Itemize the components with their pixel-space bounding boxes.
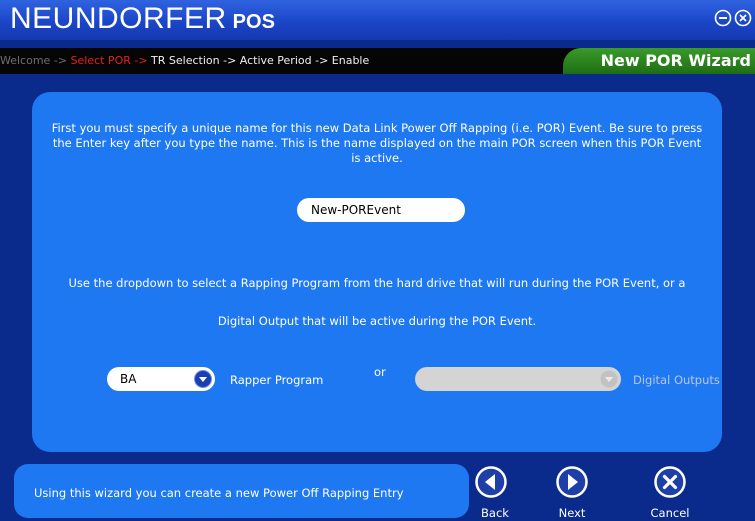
cancel-label: Cancel [650,506,690,520]
next-button[interactable]: Next [542,466,602,520]
minimize-icon[interactable] [714,9,732,27]
dropdown-instructions-line1: Use the dropdown to select a Rapping Pro… [68,276,686,290]
dropdown-instructions-line2: Digital Output that will be active durin… [217,314,537,328]
breadcrumb: Welcome -> Select POR -> TR Selection ->… [0,54,369,67]
wizard-title: New POR Wizard [600,51,751,70]
main-panel: First you must specify a unique name for… [32,92,722,452]
app-title: NEUNDORFER [10,2,227,35]
info-text: Using this wizard you can create a new P… [34,486,404,500]
back-label: Back [481,506,509,520]
rapper-program-label: Rapper Program [230,373,324,387]
step-current: Select POR -> [70,54,152,67]
info-box: Using this wizard you can create a new P… [14,464,469,518]
event-name-input[interactable]: New-POREvent [297,198,465,222]
digital-outputs-select[interactable] [415,367,621,391]
next-label: Next [558,506,586,520]
app-subtitle: POS [232,11,275,33]
title-bar: NEUNDORFER POS [0,0,755,40]
rapper-program-select[interactable]: BA [107,367,215,391]
digital-outputs-label: Digital Outputs [633,373,720,387]
rapper-program-value: BA [120,372,137,386]
app-brand: NEUNDORFER POS [10,2,275,36]
name-instructions: First you must specify a unique name for… [51,121,703,165]
cancel-button[interactable]: Cancel [640,466,700,520]
step-done: Welcome -> [0,54,71,67]
back-arrow-icon [475,466,507,498]
or-label: or [374,365,386,379]
chevron-down-icon[interactable] [194,370,212,388]
close-icon[interactable] [734,9,752,27]
cancel-x-icon [654,466,686,498]
chevron-down-icon [600,370,618,388]
back-button[interactable]: Back [461,466,521,520]
step-remaining: TR Selection -> Active Period -> Enable [151,54,370,67]
next-arrow-icon [556,466,588,498]
wizard-title-tab: New POR Wizard [563,48,755,74]
